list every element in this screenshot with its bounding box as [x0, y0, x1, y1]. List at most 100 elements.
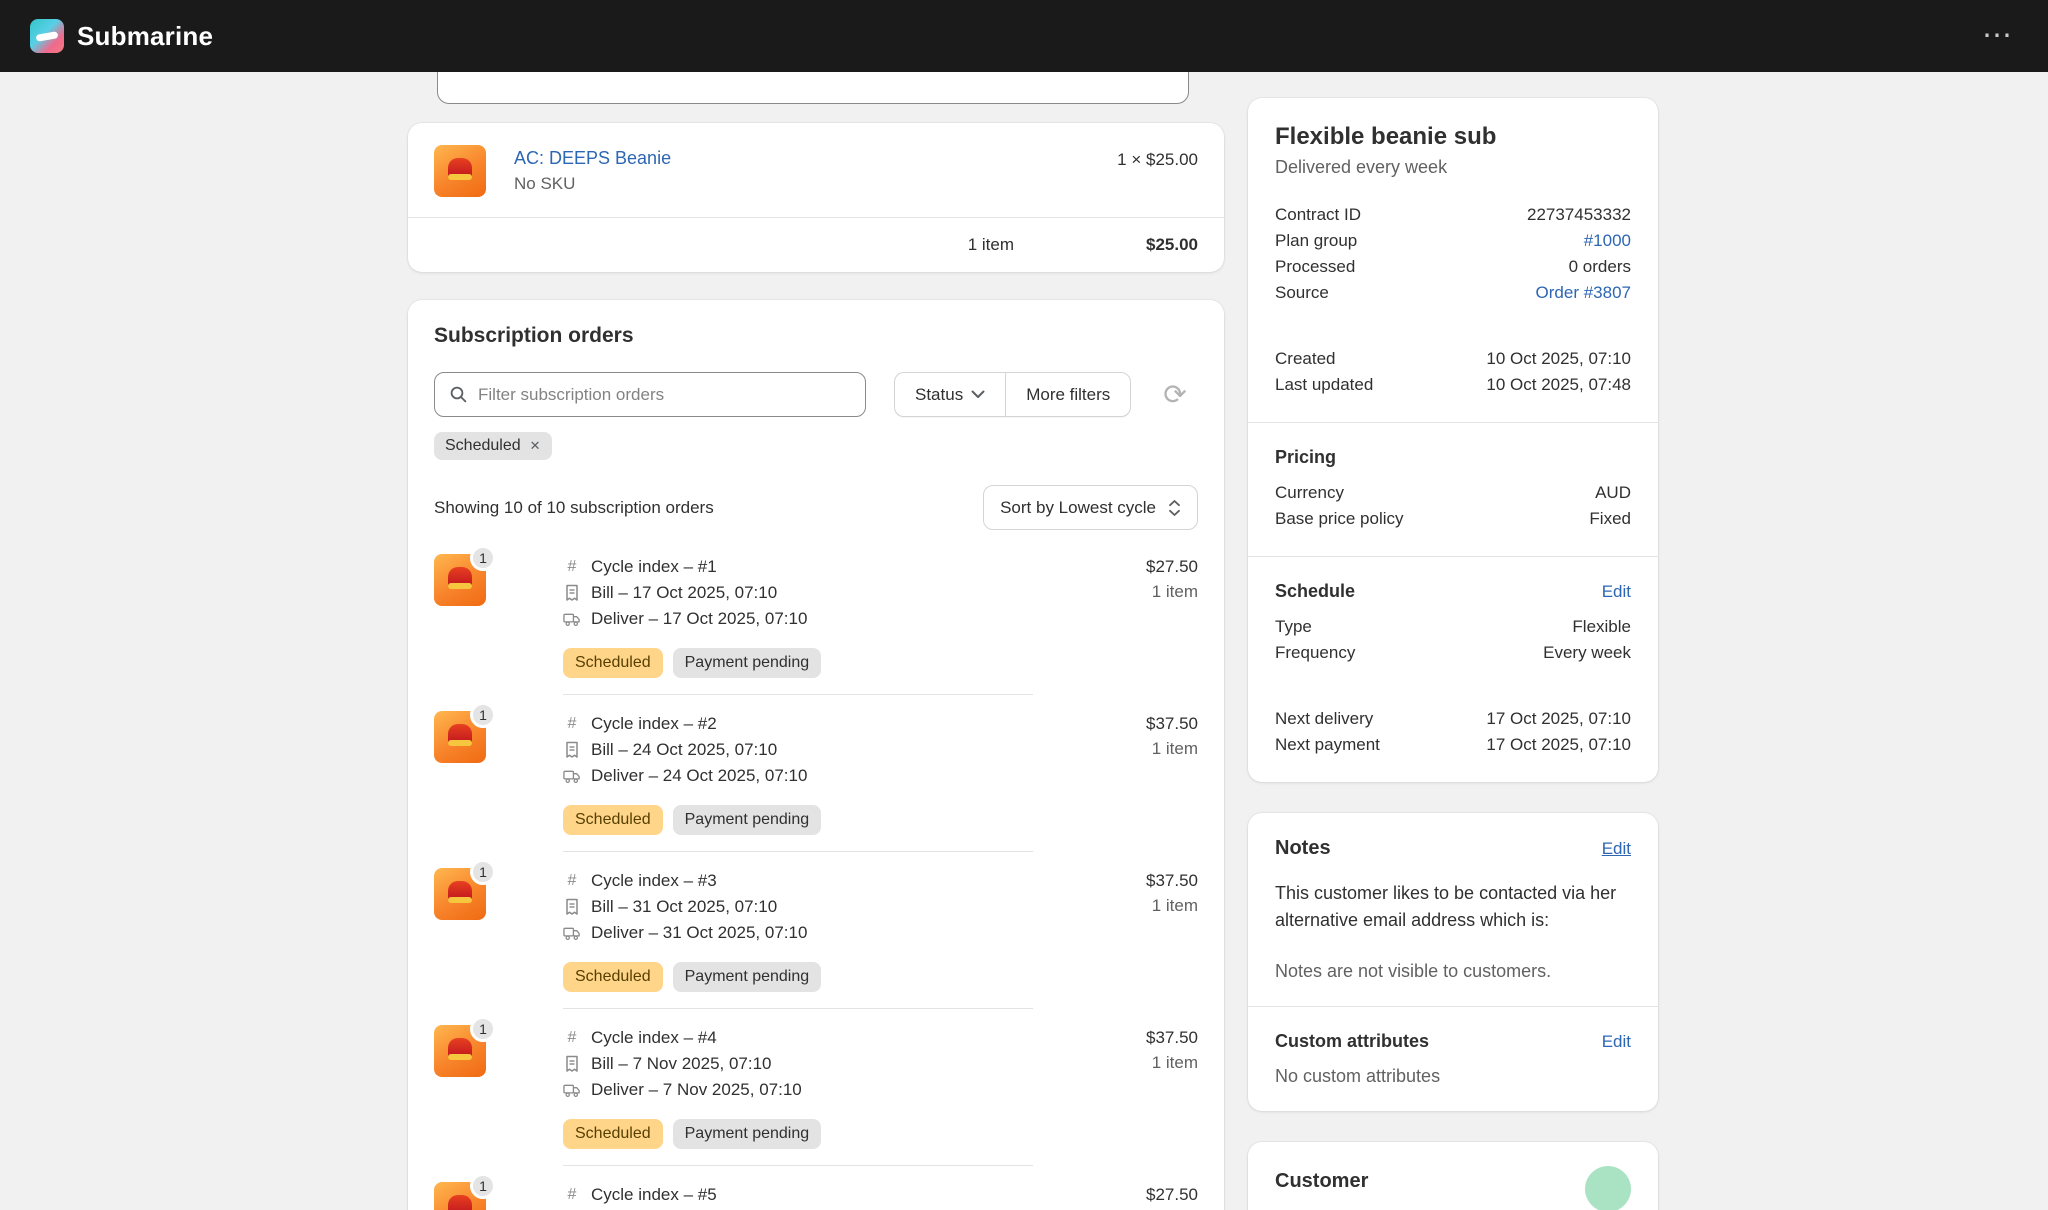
refresh-button[interactable]: ⟳	[1152, 372, 1198, 417]
bill-receipt-icon	[563, 584, 581, 602]
order-thumbnail-wrap: 1	[434, 554, 486, 606]
deliver-date-text: Deliver – 17 Oct 2025, 07:10	[591, 609, 807, 629]
bill-date-text: Bill – 24 Oct 2025, 07:10	[591, 740, 777, 760]
payment-status-badge: Payment pending	[673, 962, 822, 992]
status-badge: Scheduled	[563, 648, 663, 678]
remove-filter-icon[interactable]: ✕	[530, 438, 541, 454]
bill-receipt-icon	[563, 898, 581, 916]
order-badges: Scheduled Payment pending	[563, 805, 1198, 835]
subscription-order-row[interactable]: 1 # Cycle index – #4 Bill – 7 Nov 2025, 0…	[408, 1009, 1224, 1166]
order-badges: Scheduled Payment pending	[563, 962, 1198, 992]
status-badge: Scheduled	[563, 1119, 663, 1149]
cycle-index-icon: #	[563, 872, 581, 890]
section-divider	[1248, 422, 1658, 423]
edit-notes-link[interactable]: Edit	[1602, 839, 1631, 859]
subscription-orders-card: Subscription orders Status	[408, 300, 1224, 1210]
app-brand: Submarine	[30, 19, 213, 53]
search-icon	[449, 385, 468, 404]
sort-updown-icon	[1168, 499, 1181, 517]
status-badge: Scheduled	[563, 805, 663, 835]
scheduled-filter-chip[interactable]: Scheduled ✕	[434, 432, 552, 460]
deliver-truck-icon	[563, 769, 581, 784]
status-filter-button[interactable]: Status	[894, 372, 1005, 417]
cycle-index-icon: #	[563, 1186, 581, 1204]
subscription-order-row[interactable]: 1 #Cycle index – #2 Bill – 24 Oct 2025, …	[408, 695, 1224, 852]
bill-date-text: Bill – 7 Nov 2025, 07:10	[591, 1054, 772, 1074]
sort-select[interactable]: Sort by Lowest cycle	[983, 485, 1198, 530]
order-thumbnail-wrap: 1	[434, 1025, 486, 1077]
notes-visibility-note: Notes are not visible to customers.	[1275, 961, 1631, 982]
order-item-count: 1 item	[1146, 737, 1198, 761]
active-filters-row: Scheduled ✕	[434, 432, 1198, 460]
cycle-index-icon: #	[563, 1029, 581, 1047]
kv-row: Next delivery17 Oct 2025, 07:10	[1275, 706, 1631, 732]
product-info: AC: DEEPS Beanie No SKU	[514, 145, 1117, 197]
payment-status-badge: Payment pending	[673, 805, 822, 835]
order-price: $27.50	[1146, 1182, 1198, 1208]
subscription-order-row[interactable]: 1 #Cycle index – #1 Bill – 17 Oct 2025, …	[408, 538, 1224, 695]
pricing-list: CurrencyAUD Base price policyFixed	[1275, 480, 1631, 532]
showing-count-text: Showing 10 of 10 subscription orders	[434, 498, 714, 518]
contract-dates-list: Created10 Oct 2025, 07:10 Last updated10…	[1275, 346, 1631, 398]
customer-heading: Customer	[1275, 1170, 1368, 1193]
status-badge: Scheduled	[563, 962, 663, 992]
plan-group-link[interactable]: #1000	[1584, 228, 1631, 254]
kv-row: Contract ID22737453332	[1275, 202, 1631, 228]
cycle-index-text: Cycle index – #5	[591, 1185, 717, 1205]
order-item-count: 1 item	[1146, 1051, 1198, 1075]
schedule-heading: Schedule	[1275, 581, 1355, 602]
section-divider	[1248, 556, 1658, 557]
item-count-badge: 1	[470, 859, 496, 885]
chip-label: Scheduled	[445, 437, 521, 455]
kv-row: Next payment17 Oct 2025, 07:10	[1275, 732, 1631, 758]
order-thumbnail-wrap: 1	[434, 868, 486, 920]
main-column: AC: DEEPS Beanie No SKU 1 × $25.00 1 ite…	[408, 72, 1224, 1210]
kv-row: Created10 Oct 2025, 07:10	[1275, 346, 1631, 372]
subscription-order-row[interactable]: 1 #Cycle index – #3 Bill – 31 Oct 2025, …	[408, 852, 1224, 1009]
more-menu-icon[interactable]: ⋯	[1976, 21, 2018, 51]
bill-date-text: Bill – 17 Oct 2025, 07:10	[591, 583, 777, 603]
notes-card: Notes Edit This customer likes to be con…	[1248, 813, 1658, 1111]
deliver-date-text: Deliver – 31 Oct 2025, 07:10	[591, 923, 807, 943]
section-divider	[1248, 1006, 1658, 1007]
cycle-index-text: Cycle index – #4	[591, 1028, 717, 1048]
kv-row: Base price policyFixed	[1275, 506, 1631, 532]
filter-orders-input[interactable]	[478, 385, 851, 405]
bill-receipt-icon	[563, 1055, 581, 1073]
subscription-order-row[interactable]: 1 # Cycle index – #5 $27.50	[408, 1166, 1224, 1210]
bill-date-text: Bill – 31 Oct 2025, 07:10	[591, 897, 777, 917]
edit-custom-attributes-link[interactable]: Edit	[1602, 1032, 1631, 1052]
order-badges: Scheduled Payment pending	[563, 1119, 1198, 1149]
item-count-badge: 1	[470, 702, 496, 728]
edit-schedule-link[interactable]: Edit	[1602, 582, 1631, 602]
order-thumbnail-wrap: 1	[434, 1182, 486, 1210]
kv-row: TypeFlexible	[1275, 614, 1631, 640]
order-item-count: 1 item	[1146, 580, 1198, 604]
submarine-logo-icon	[30, 19, 64, 53]
cycle-index-text: Cycle index – #2	[591, 714, 717, 734]
contract-details-card: Flexible beanie sub Delivered every week…	[1248, 98, 1658, 782]
subscription-orders-title: Subscription orders	[434, 324, 1198, 348]
line-item-row: AC: DEEPS Beanie No SKU 1 × $25.00	[408, 123, 1224, 217]
contract-id-value: 22737453332	[1527, 202, 1631, 228]
filter-row: Status More filters ⟳	[434, 372, 1198, 417]
order-badges: Scheduled Payment pending	[563, 648, 1198, 678]
kv-row: Processed0 orders	[1275, 254, 1631, 280]
kv-row: Plan group#1000	[1275, 228, 1631, 254]
item-count-badge: 1	[470, 1173, 496, 1199]
cut-off-input[interactable]	[437, 72, 1189, 104]
order-price: $27.50	[1146, 554, 1198, 580]
top-bar: Submarine ⋯	[0, 0, 2048, 72]
kv-row: Last updated10 Oct 2025, 07:48	[1275, 372, 1631, 398]
product-title-link[interactable]: AC: DEEPS Beanie	[514, 145, 671, 171]
app-name: Submarine	[77, 21, 213, 52]
deliver-date-text: Deliver – 24 Oct 2025, 07:10	[591, 766, 807, 786]
custom-attributes-heading: Custom attributes	[1275, 1031, 1429, 1052]
more-filters-button[interactable]: More filters	[1005, 372, 1131, 417]
cycle-index-icon: #	[563, 558, 581, 576]
custom-attributes-empty: No custom attributes	[1275, 1066, 1631, 1087]
payment-status-badge: Payment pending	[673, 648, 822, 678]
order-thumbnail-wrap: 1	[434, 711, 486, 763]
source-order-link[interactable]: Order #3807	[1536, 280, 1631, 306]
deliver-truck-icon	[563, 612, 581, 627]
